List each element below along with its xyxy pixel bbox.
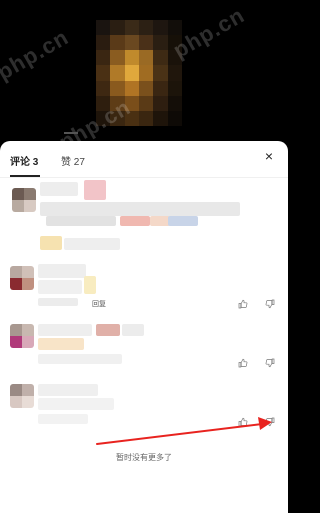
blurred-content xyxy=(38,338,84,350)
close-button[interactable]: × xyxy=(262,148,276,164)
video-area[interactable]: php.cn php.cn php.cn xyxy=(0,0,288,155)
blurred-content xyxy=(38,280,82,294)
blurred-content xyxy=(168,216,198,226)
tab-likes[interactable]: 赞 27 xyxy=(61,153,85,168)
blurred-content xyxy=(96,324,120,336)
avatar[interactable] xyxy=(10,324,34,348)
blurred-content xyxy=(38,414,88,424)
avatar[interactable] xyxy=(10,384,34,408)
dislike-button[interactable] xyxy=(265,358,275,368)
blurred-content xyxy=(38,398,114,410)
blurred-username xyxy=(38,264,86,278)
watermark: php.cn xyxy=(168,2,249,63)
thumbs-up-icon xyxy=(238,299,248,309)
blurred-content xyxy=(120,216,150,226)
blurred-content xyxy=(40,236,62,250)
dislike-button[interactable] xyxy=(265,417,275,427)
blurred-content xyxy=(122,324,144,336)
like-button[interactable] xyxy=(238,299,248,309)
blurred-username xyxy=(38,324,92,336)
close-icon: × xyxy=(264,148,274,164)
thumbs-up-icon xyxy=(238,358,248,368)
end-of-list-text: 暂时没有更多了 xyxy=(116,453,172,462)
blurred-content xyxy=(40,202,240,216)
blurred-username xyxy=(40,182,78,196)
like-button[interactable] xyxy=(238,358,248,368)
thumbs-down-icon xyxy=(265,299,275,309)
reply-link[interactable]: 回复 xyxy=(92,299,106,309)
thumbs-down-icon xyxy=(265,417,275,427)
watermark: php.cn xyxy=(0,24,73,85)
blurred-timestamp xyxy=(38,298,78,306)
app-frame: php.cn php.cn php.cn 评论 3 赞 27 × 回复 暂时没有… xyxy=(0,0,288,513)
like-button[interactable] xyxy=(238,417,248,427)
blurred-username xyxy=(38,384,98,396)
tab-bar: 评论 3 赞 27 × xyxy=(0,141,288,177)
blurred-content xyxy=(150,216,170,226)
thumbs-down-icon xyxy=(265,358,275,368)
dislike-button[interactable] xyxy=(265,299,275,309)
avatar[interactable] xyxy=(10,266,34,290)
blurred-content xyxy=(84,180,106,200)
blurred-content xyxy=(84,276,96,294)
divider xyxy=(0,177,288,178)
tab-comments[interactable]: 评论 3 xyxy=(10,153,38,168)
blurred-content xyxy=(64,238,120,250)
avatar[interactable] xyxy=(12,188,36,212)
thumbs-up-icon xyxy=(238,417,248,427)
blurred-content xyxy=(46,216,116,226)
blurred-content xyxy=(38,354,122,364)
progress-indicator xyxy=(64,132,78,134)
